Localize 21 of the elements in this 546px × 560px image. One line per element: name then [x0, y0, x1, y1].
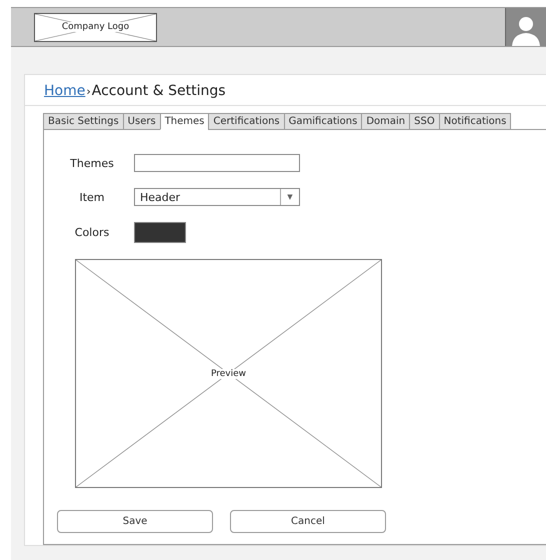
themes-input-field[interactable]: [134, 154, 300, 172]
settings-tab[interactable]: Gamifications: [284, 113, 362, 130]
field-label: Themes: [69, 156, 115, 170]
page-title: Account & Settings: [92, 83, 226, 99]
home-link[interactable]: Home: [44, 83, 86, 99]
breadcrumb-separator: ›: [86, 85, 91, 98]
settings-tab[interactable]: Basic Settings: [43, 113, 123, 130]
preview-label: Preview: [210, 368, 246, 378]
field-label: Colors: [74, 226, 110, 239]
settings-tab[interactable]: SSO: [409, 113, 439, 130]
form-button[interactable]: Cancel: [230, 510, 386, 533]
settings-tab[interactable]: Users: [122, 113, 160, 130]
settings-tab[interactable]: Certifications: [208, 113, 284, 130]
form-button[interactable]: Save: [57, 510, 213, 533]
field-label: Item: [78, 190, 106, 204]
settings-tab[interactable]: Notifications: [438, 113, 512, 130]
settings-tab[interactable]: Themes: [160, 113, 208, 130]
color-swatch[interactable]: [134, 222, 186, 243]
logo-text: Company Logo: [60, 22, 132, 32]
settings-tab[interactable]: Domain: [361, 113, 410, 130]
user-avatar-icon[interactable]: [505, 8, 546, 46]
